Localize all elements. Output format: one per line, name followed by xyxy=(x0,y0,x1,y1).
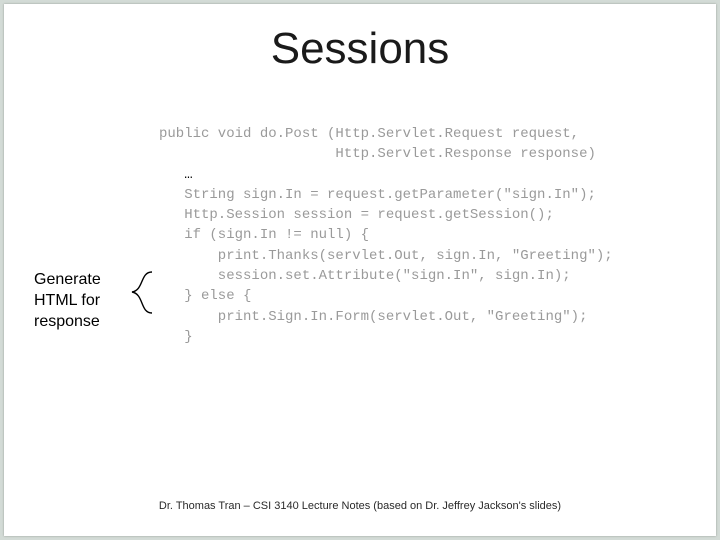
code-line-4: String sign.In = request.getParameter("s… xyxy=(159,187,596,203)
code-line-6: if (sign.In != null) { xyxy=(159,227,369,243)
annotation-line-3: response xyxy=(34,312,101,333)
code-line-3-pre xyxy=(159,167,184,183)
slide-footer: Dr. Thomas Tran – CSI 3140 Lecture Notes… xyxy=(4,500,716,512)
code-line-2: Http.Servlet.Response response) xyxy=(159,146,596,162)
code-line-9: } else { xyxy=(159,288,251,304)
code-line-7: print.Thanks(servlet.Out, sign.In, "Gree… xyxy=(159,248,613,264)
ellipsis-icon: … xyxy=(184,167,192,183)
code-line-8: session.set.Attribute("sign.In", sign.In… xyxy=(159,268,571,284)
annotation-line-1: Generate xyxy=(34,270,101,291)
code-line-1: public void do.Post (Http.Servlet.Reques… xyxy=(159,126,579,142)
code-line-11: } xyxy=(159,329,193,345)
annotation-label: Generate HTML for response xyxy=(34,270,101,332)
annotation-line-2: HTML for xyxy=(34,291,101,312)
slide-title: Sessions xyxy=(4,24,716,74)
code-block: public void do.Post (Http.Servlet.Reques… xyxy=(159,124,613,347)
code-line-10: print.Sign.In.Form(servlet.Out, "Greetin… xyxy=(159,309,587,325)
brace-icon xyxy=(122,270,160,310)
slide: Sessions public void do.Post (Http.Servl… xyxy=(4,4,716,536)
code-line-5: Http.Session session = request.getSessio… xyxy=(159,207,554,223)
